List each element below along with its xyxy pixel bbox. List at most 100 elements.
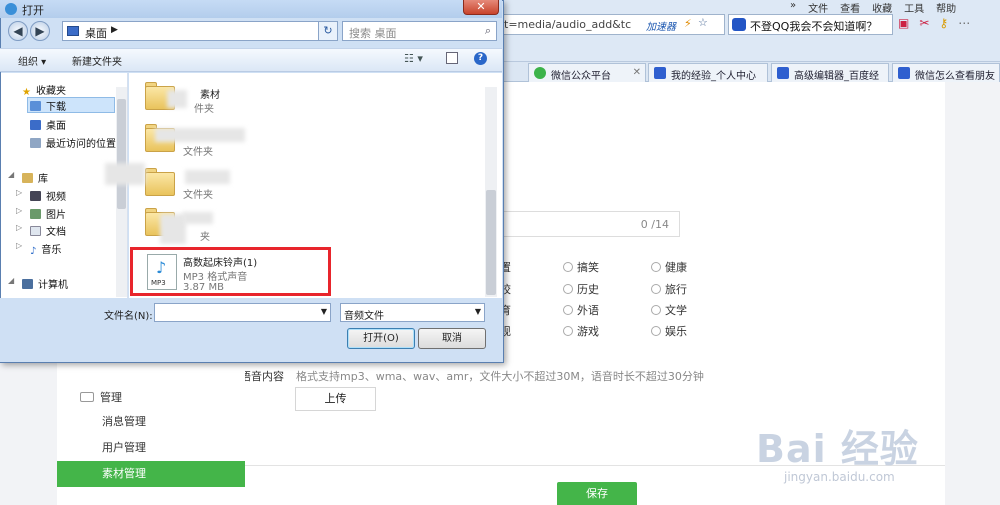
nav-label: 视频 bbox=[46, 192, 66, 203]
video-icon bbox=[30, 191, 41, 201]
category-radio-games[interactable]: 游戏 bbox=[563, 323, 599, 339]
lightning-icon[interactable]: ⚡ bbox=[684, 17, 692, 30]
category-radio-funny[interactable]: 搞笑 bbox=[563, 259, 599, 275]
menu-overflow[interactable]: » bbox=[790, 0, 796, 14]
refresh-button[interactable]: ↻ bbox=[318, 21, 338, 41]
browser-search-text: 不登QQ我会不会知道啊？ bbox=[750, 20, 878, 33]
nav-desktop[interactable]: 桌面 bbox=[30, 117, 66, 132]
star-icon[interactable]: ☆ bbox=[698, 16, 708, 29]
browser-toolbar-icons: ▣ ✂ ⚷ ⋯ bbox=[898, 16, 970, 30]
tab-label: 高级编辑器_百度经 bbox=[794, 71, 879, 82]
more-icon[interactable]: ⋯ bbox=[958, 16, 970, 30]
menu-help[interactable]: 帮助 bbox=[936, 0, 956, 15]
breadcrumb[interactable]: 桌面 ▶ ▼ bbox=[62, 21, 337, 41]
expand-icon[interactable]: ◢ bbox=[8, 170, 14, 179]
save-button[interactable]: 保存 bbox=[557, 482, 637, 505]
nav-downloads[interactable]: 下载 bbox=[27, 97, 115, 113]
view-options-icon[interactable]: ☷ ▾ bbox=[404, 52, 423, 65]
nav-favorites[interactable]: ★ 收藏夹 bbox=[22, 82, 66, 98]
tab-experience[interactable]: 我的经验_个人中心 bbox=[648, 63, 768, 82]
computer-icon bbox=[22, 279, 33, 289]
accelerator-label[interactable]: 加速器 bbox=[646, 18, 676, 33]
scrollbar-thumb[interactable] bbox=[117, 99, 126, 209]
baidu-watermark: Bai 经验 jingyan.baidu.com bbox=[756, 418, 976, 484]
blurred-region bbox=[167, 90, 187, 108]
new-folder-button[interactable]: 新建文件夹 bbox=[72, 53, 122, 68]
open-button[interactable]: 打开(O) bbox=[347, 328, 415, 349]
tab-wechat[interactable]: 微信公众平台 ✕ bbox=[528, 63, 646, 82]
nav-computer[interactable]: ◢ 计算机 bbox=[8, 276, 68, 291]
title-input[interactable]: 0 /14 bbox=[500, 211, 680, 237]
nav-label: 下载 bbox=[46, 102, 66, 113]
category-radio-language[interactable]: 外语 bbox=[563, 302, 599, 318]
menu-file[interactable]: 文件 bbox=[808, 0, 828, 15]
filename-input[interactable]: ▼ bbox=[154, 303, 331, 322]
nav-scrollbar[interactable] bbox=[116, 87, 127, 297]
dialog-title-bar[interactable]: 打开 bbox=[0, 0, 502, 18]
tab-label: 我的经验_个人中心 bbox=[671, 71, 756, 82]
nav-label: 桌面 bbox=[46, 121, 66, 132]
nav-recent-places[interactable]: 最近访问的位置 bbox=[30, 135, 116, 150]
key-icon[interactable]: ⚷ bbox=[939, 16, 948, 30]
close-icon[interactable]: ✕ bbox=[633, 67, 641, 78]
file-name[interactable]: 素材 bbox=[200, 86, 220, 101]
menu-tools[interactable]: 工具 bbox=[904, 0, 924, 15]
category-radio-health[interactable]: 健康 bbox=[651, 259, 687, 275]
address-bar[interactable]: t=media/audio_add&tc 加速器 ⚡ ☆ bbox=[500, 14, 725, 35]
nav-documents[interactable]: ▷ 文档 bbox=[16, 223, 66, 238]
expand-icon[interactable]: ◢ bbox=[8, 276, 14, 285]
upload-button[interactable]: 上传 bbox=[295, 387, 376, 411]
address-url: t=media/audio_add&tc bbox=[504, 18, 632, 31]
sidebar-item-materials[interactable]: 素材管理 bbox=[57, 461, 245, 487]
nav-videos[interactable]: ▷ 视频 bbox=[16, 188, 66, 203]
forward-button[interactable]: ▶ bbox=[30, 21, 50, 41]
chevron-down-icon[interactable]: ▼ bbox=[321, 307, 327, 316]
baidu-paw-icon bbox=[654, 67, 666, 79]
filetype-select[interactable]: 音频文件 ▼ bbox=[340, 303, 485, 322]
menu-favorites[interactable]: 收藏 bbox=[872, 0, 892, 15]
recent-places-icon bbox=[30, 138, 41, 148]
organize-button[interactable]: 组织 ▾ bbox=[18, 53, 46, 68]
nav-music[interactable]: ▷ ♪ 音乐 bbox=[16, 241, 61, 257]
nav-label: 文档 bbox=[46, 227, 66, 238]
chevron-right-icon[interactable]: ▶ bbox=[111, 25, 118, 35]
category-label: 旅行 bbox=[665, 283, 687, 296]
dialog-search-input[interactable]: 搜索 桌面 ⌕ bbox=[342, 21, 497, 41]
scrollbar-thumb[interactable] bbox=[486, 190, 496, 295]
scissors-icon[interactable]: ✂ bbox=[919, 16, 929, 30]
menu-view[interactable]: 查看 bbox=[840, 0, 860, 15]
expand-icon[interactable]: ▷ bbox=[16, 206, 22, 215]
sidebar-item-users[interactable]: 用户管理 bbox=[57, 435, 245, 461]
nav-libraries[interactable]: ◢ 库 bbox=[8, 170, 48, 185]
browser-search-box[interactable]: 不登QQ我会不会知道啊？ bbox=[728, 14, 893, 35]
nav-label: 收藏夹 bbox=[35, 86, 66, 97]
nav-pictures[interactable]: ▷ 图片 bbox=[16, 206, 66, 221]
folder-icon[interactable] bbox=[145, 166, 185, 198]
nav-label: 库 bbox=[38, 174, 48, 185]
cancel-button[interactable]: 取消 bbox=[418, 328, 486, 349]
dialog-close-button[interactable]: ✕ bbox=[463, 0, 499, 15]
breadcrumb-desktop[interactable]: 桌面 bbox=[85, 25, 107, 41]
file-type: 件夹 bbox=[194, 104, 214, 115]
category-radio-entertainment[interactable]: 娱乐 bbox=[651, 323, 687, 339]
expand-icon[interactable]: ▷ bbox=[16, 223, 22, 232]
blurred-region bbox=[105, 163, 145, 185]
tab-editor[interactable]: 高级编辑器_百度经 bbox=[771, 63, 889, 82]
wechat-icon bbox=[534, 67, 546, 79]
tab-wechat-friends[interactable]: 微信怎么查看朋友 bbox=[892, 63, 1000, 82]
expand-icon[interactable]: ▷ bbox=[16, 188, 22, 197]
category-label: 健康 bbox=[665, 261, 687, 274]
expand-icon[interactable]: ▷ bbox=[16, 241, 22, 250]
help-icon[interactable]: ? bbox=[474, 52, 487, 65]
category-radio-literature[interactable]: 文学 bbox=[651, 302, 687, 318]
preview-pane-icon[interactable] bbox=[446, 52, 458, 64]
tab-icon[interactable]: ▣ bbox=[898, 16, 909, 30]
file-scrollbar[interactable] bbox=[485, 87, 497, 297]
back-button[interactable]: ◀ bbox=[8, 21, 28, 41]
chevron-down-icon[interactable]: ▼ bbox=[475, 307, 481, 316]
file-type: 文件夹 bbox=[183, 147, 213, 158]
sidebar-item-messages[interactable]: 消息管理 bbox=[57, 409, 245, 435]
category-radio-history[interactable]: 历史 bbox=[563, 281, 599, 297]
radio-icon bbox=[563, 326, 573, 336]
category-radio-travel[interactable]: 旅行 bbox=[651, 281, 687, 297]
